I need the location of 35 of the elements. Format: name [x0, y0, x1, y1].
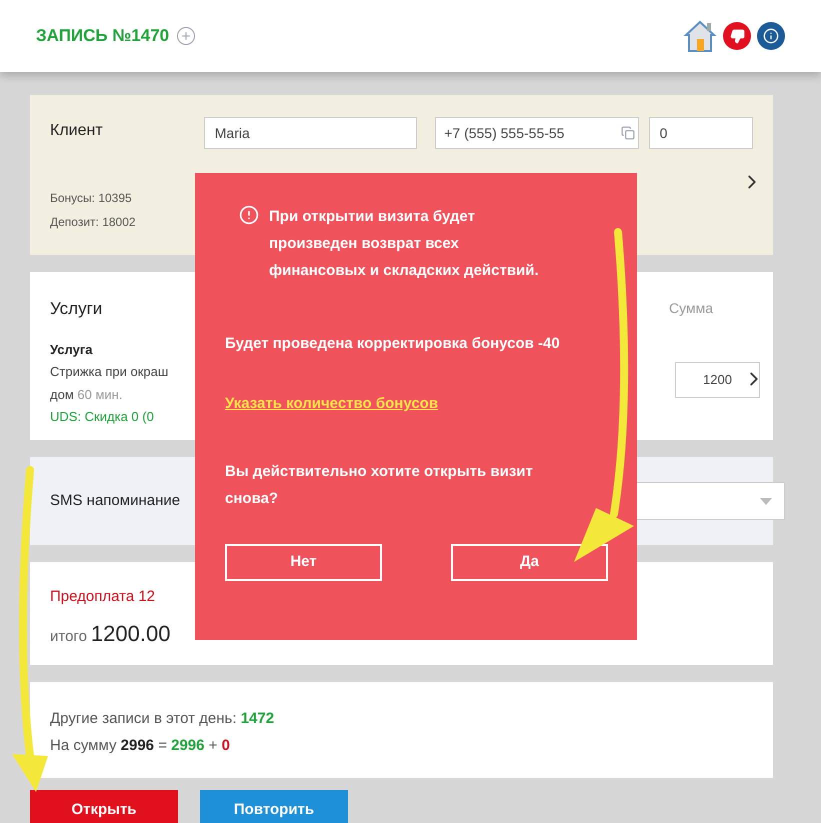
info-icon[interactable] — [757, 22, 785, 50]
action-button[interactable]: Повторить — [200, 790, 348, 823]
add-icon[interactable] — [177, 27, 196, 45]
sms-reminder-label: SMS напоминание — [50, 490, 180, 511]
total-amount: 1200.00 — [90, 620, 170, 648]
client-label: Клиент — [50, 121, 104, 141]
column-header: Сумма — [669, 299, 713, 318]
thumbs-down-icon[interactable] — [723, 22, 751, 50]
deposit-balance: Депозит: 18002 — [50, 214, 136, 231]
count-field[interactable]: 0 — [648, 117, 753, 149]
dialog-message: При открытии визита будет произведен возврат всех финансовых и складских действий. — [269, 207, 540, 281]
service-title: Услуга — [50, 340, 94, 359]
bonus-balance: Бонусы: 10395 — [50, 190, 132, 207]
action-button[interactable]: Открыть — [30, 790, 178, 823]
name-field[interactable]: Maria — [204, 117, 418, 149]
warning-icon — [239, 205, 259, 225]
dialog-button[interactable]: Нет — [225, 544, 382, 580]
dialog-button[interactable]: Да — [451, 544, 608, 580]
sum-field[interactable]: 1200 — [675, 362, 760, 398]
total-sum-text: На сумму 2996 = 2996 + 0 — [50, 736, 231, 756]
bonus-note: Будет проведена корректировка бонусов -40 — [225, 334, 561, 354]
record-title: ЗАПИСЬ №1470 — [36, 25, 170, 48]
services-title: Услуги — [50, 298, 102, 320]
service-name: Стрижка при окраш — [50, 363, 170, 381]
uds-discount: UDS: Скидка 0 (0 — [50, 408, 155, 426]
other-records-text: Другие записи в этот день: 1472 — [50, 709, 276, 729]
phone-field[interactable]: +7 (555) 555-55-55 — [435, 117, 639, 149]
total-label: итого — [50, 626, 87, 646]
home-icon[interactable] — [683, 19, 717, 53]
confirm-question: Вы действительно хотите открыть визит снова? — [225, 462, 534, 508]
service-name-line: дом 60 мин. — [50, 386, 124, 404]
bonus-link[interactable]: Указать количество бонусов — [225, 393, 438, 416]
prepayment-label: Предоплата 12 — [50, 587, 156, 607]
caret-icon — [760, 498, 772, 504]
copy-icon[interactable] — [620, 126, 635, 140]
